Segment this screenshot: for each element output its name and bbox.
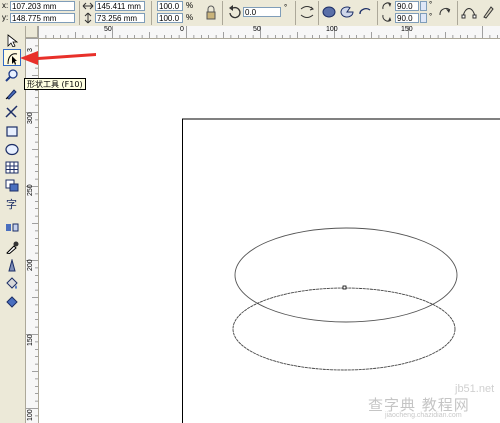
x-label: x: — [2, 1, 9, 10]
property-bar: x: 107.203 mm y: 148.775 mm 145.411 mm 7… — [0, 0, 500, 27]
outline-pen-icon[interactable] — [480, 4, 496, 20]
freehand-tool-icon[interactable] — [3, 85, 21, 102]
svg-text:字: 字 — [6, 197, 17, 210]
ruler-label: 150 — [27, 334, 34, 346]
separator — [151, 1, 152, 25]
y-position-field[interactable]: 148.775 mm — [10, 13, 75, 23]
separator — [295, 1, 296, 25]
smart-fill-tool-icon[interactable] — [3, 103, 21, 120]
degree-label: ° — [429, 0, 433, 9]
ellipse-tool-icon[interactable] — [3, 141, 21, 158]
lock-ratio-icon[interactable] — [203, 5, 219, 21]
ellipse-bottom-selected — [232, 287, 456, 371]
ruler-label: 50 — [104, 26, 112, 33]
horizontal-ruler[interactable]: 50 0 50 100 150 — [38, 26, 500, 39]
separator — [377, 1, 378, 25]
ruler-label: 100 — [326, 26, 338, 33]
text-tool-icon[interactable]: 字 — [3, 195, 21, 212]
mirror-icon[interactable] — [299, 4, 315, 20]
toolbox: 字 — [0, 26, 26, 423]
rotation-field[interactable]: 0.0 — [243, 7, 281, 17]
ruler-label: 100 — [27, 409, 34, 421]
end-angle-icon — [381, 12, 393, 24]
degree-label: ° — [284, 3, 288, 12]
ruler-label: 200 — [27, 259, 34, 271]
start-angle-icon — [381, 0, 393, 12]
ruler-origin[interactable] — [26, 26, 38, 38]
interactive-blend-tool-icon[interactable] — [3, 219, 21, 236]
start-angle-field[interactable]: 90.0 — [395, 1, 419, 11]
start-angle-spinner[interactable] — [420, 1, 427, 11]
width-icon — [82, 0, 94, 12]
separator — [79, 1, 80, 25]
fill-tool-icon[interactable] — [3, 275, 21, 292]
ruler-label: 0 — [180, 26, 184, 33]
tool-tooltip: 形状工具 (F10) — [24, 78, 86, 90]
arc-mode-icon[interactable] — [357, 4, 373, 20]
watermark-url: jiaocheng.chazidian.com — [385, 412, 462, 419]
eyedropper-tool-icon[interactable] — [3, 239, 21, 256]
width-field[interactable]: 145.411 mm — [95, 1, 145, 11]
basic-shapes-tool-icon[interactable] — [3, 177, 21, 194]
ruler-label: 300 — [27, 112, 34, 124]
convert-to-curves-icon[interactable] — [461, 4, 477, 20]
vertical-ruler[interactable]: 3 300 250 200 150 100 — [26, 38, 39, 423]
separator — [457, 1, 458, 25]
scale-y-field[interactable]: 100.0 — [157, 13, 183, 23]
red-arrow-icon — [20, 51, 96, 65]
graph-paper-tool-icon[interactable] — [3, 159, 21, 176]
ruler-label: 250 — [27, 184, 34, 196]
zoom-tool-icon[interactable] — [3, 67, 21, 84]
separator — [222, 1, 223, 25]
pie-mode-icon[interactable] — [339, 4, 355, 20]
percent-label: % — [186, 1, 194, 10]
interactive-fill-tool-icon[interactable] — [3, 293, 21, 310]
rectangle-tool-icon[interactable] — [3, 123, 21, 140]
scale-x-field[interactable]: 100.0 — [157, 1, 183, 11]
height-field[interactable]: 73.256 mm — [95, 13, 145, 23]
ruler-label: 50 — [253, 26, 261, 33]
direction-icon[interactable] — [437, 4, 453, 20]
rotate-icon — [226, 4, 242, 20]
pick-tool[interactable] — [3, 32, 21, 49]
separator — [318, 1, 319, 25]
coreldraw-window: x: 107.203 mm y: 148.775 mm 145.411 mm 7… — [0, 0, 500, 423]
percent-label: % — [186, 13, 194, 22]
x-position-field[interactable]: 107.203 mm — [10, 1, 75, 11]
ellipse-top — [234, 227, 458, 323]
ellipse-mode-icon[interactable] — [321, 4, 337, 20]
drawing-canvas[interactable] — [39, 39, 500, 423]
height-icon — [82, 12, 94, 24]
degree-label: ° — [429, 12, 433, 21]
node-handle — [342, 285, 347, 290]
end-angle-field[interactable]: 90.0 — [395, 13, 419, 23]
y-label: y: — [2, 13, 9, 22]
outline-tool-icon[interactable] — [3, 257, 21, 274]
end-angle-spinner[interactable] — [420, 13, 427, 23]
ruler-label: 150 — [401, 26, 413, 33]
